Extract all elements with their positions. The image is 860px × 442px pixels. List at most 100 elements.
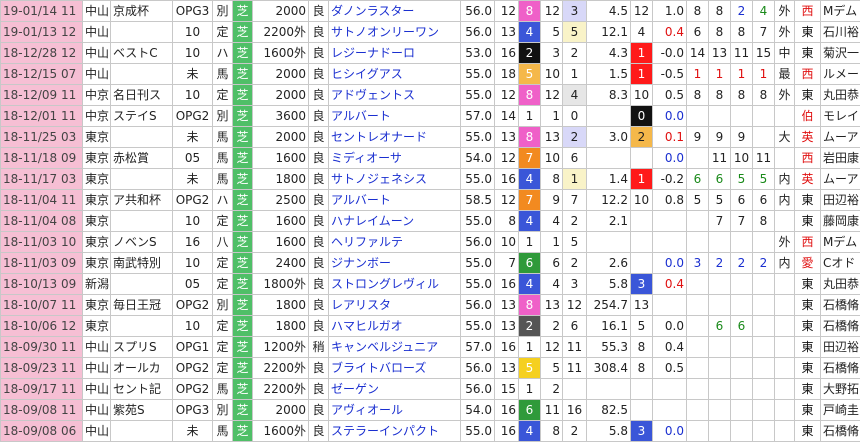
horse-name[interactable]: ストロングレヴィル	[329, 274, 461, 295]
post-number: 2	[541, 379, 563, 400]
horse-name[interactable]: サトノジェネシス	[329, 169, 461, 190]
race-row[interactable]: 18-10/06 12東京10定芝1800良ハマヒルガオ55.01322616.…	[1, 316, 860, 337]
surface: 芝	[233, 274, 253, 295]
race-name: 名日刊ス	[111, 85, 173, 106]
race-row[interactable]: 18-12/15 07中山未馬芝2000良ヒシイグアス55.01851011.5…	[1, 64, 860, 85]
field-size: 15	[495, 379, 519, 400]
condition: 馬	[213, 379, 233, 400]
horse-name[interactable]: レジーナドーロ	[329, 43, 461, 64]
race-row[interactable]: 18-09/08 11中山紫苑SOPG3別芝2000良アヴィオール54.0166…	[1, 400, 860, 421]
corner-2: 9	[709, 127, 731, 148]
frame-number: 8	[519, 85, 541, 106]
going: 良	[309, 22, 329, 43]
condition: 八	[213, 232, 233, 253]
weight: 57.0	[461, 106, 495, 127]
going: 良	[309, 358, 329, 379]
stable-region: 東	[795, 379, 821, 400]
corner-3	[731, 232, 753, 253]
going: 良	[309, 64, 329, 85]
horse-name[interactable]: ステラーインパクト	[329, 421, 461, 442]
race-date: 18-09/23 11	[1, 358, 83, 379]
weight: 55.0	[461, 64, 495, 85]
finish-position: 3	[631, 421, 653, 442]
surface: 芝	[233, 211, 253, 232]
running-style: 内	[775, 169, 795, 190]
grade: OPG2	[173, 295, 213, 316]
horse-name[interactable]: ジナンボー	[329, 253, 461, 274]
race-row[interactable]: 18-09/30 11中山スプリSOPG1定芝1200外稍キャンベルジュニア57…	[1, 337, 860, 358]
frame-number: 4	[519, 22, 541, 43]
race-row[interactable]: 18-11/04 11東京ア共和杯OPG2ハ芝2500良アルバート58.5127…	[1, 190, 860, 211]
race-row[interactable]: 18-11/04 08東京10定芝1600良ハナレイムーン55.084422.1…	[1, 211, 860, 232]
horse-name[interactable]: セントレオナード	[329, 127, 461, 148]
race-row[interactable]: 18-12/28 12中山ベストC10ハ芝1600外良レジーナドーロ53.016…	[1, 43, 860, 64]
frame-number: 4	[519, 421, 541, 442]
distance: 2000	[253, 400, 309, 421]
venue: 中山	[83, 358, 111, 379]
stable-region: 英	[795, 127, 821, 148]
horse-name[interactable]: レアリスタ	[329, 295, 461, 316]
horse-name[interactable]: ゼーゲン	[329, 379, 461, 400]
finish-position: 1	[631, 64, 653, 85]
corner-1: 9	[687, 127, 709, 148]
race-row[interactable]: 18-09/17 11中山セント記OPG2馬芝2200外良ゼーゲン56.0151…	[1, 379, 860, 400]
horse-name[interactable]: アルバート	[329, 106, 461, 127]
running-style	[775, 337, 795, 358]
corner-4	[753, 358, 775, 379]
stable-region: 愛	[795, 253, 821, 274]
horse-name[interactable]: ハナレイムーン	[329, 211, 461, 232]
surface: 芝	[233, 253, 253, 274]
going: 良	[309, 106, 329, 127]
horse-name[interactable]: ヘリファルテ	[329, 232, 461, 253]
race-row[interactable]: 18-12/09 11中京名日刊ス10定芝2000良アドヴェントス55.0128…	[1, 85, 860, 106]
race-row[interactable]: 18-11/25 03東京未馬芝2000良セントレオナード55.01381323…	[1, 127, 860, 148]
horse-name[interactable]: ハマヒルガオ	[329, 316, 461, 337]
condition: 定	[213, 316, 233, 337]
venue: 東京	[83, 211, 111, 232]
jockey: 石川裕	[821, 22, 860, 43]
corner-1	[687, 379, 709, 400]
going: 良	[309, 211, 329, 232]
race-row[interactable]: 18-11/18 09東京赤松賞05馬芝1600良ミディオーサ54.012710…	[1, 148, 860, 169]
horse-name[interactable]: アドヴェントス	[329, 85, 461, 106]
corner-3	[731, 421, 753, 442]
odds: 5.8	[587, 421, 631, 442]
corner-2	[709, 379, 731, 400]
horse-name[interactable]: ヒシイグアス	[329, 64, 461, 85]
surface: 芝	[233, 43, 253, 64]
race-row[interactable]: 18-11/17 03東京未馬芝1800良サトノジェネシス55.0164811.…	[1, 169, 860, 190]
time-diff	[653, 379, 687, 400]
horse-name[interactable]: アヴィオール	[329, 400, 461, 421]
race-row[interactable]: 18-09/23 11中山オールカOPG2定芝2200外良ブライトバローズ56.…	[1, 358, 860, 379]
race-name: セント記	[111, 379, 173, 400]
race-row[interactable]: 18-11/03 09東京南武特別10定芝2400良ジナンボー55.076622…	[1, 253, 860, 274]
field-size: 16	[495, 274, 519, 295]
corner-4	[753, 295, 775, 316]
race-row[interactable]: 18-12/01 11中京ステイSOPG2別芝3600良アルバート57.0141…	[1, 106, 860, 127]
horse-name[interactable]: ダノンラスター	[329, 1, 461, 22]
jockey: ムーア	[821, 169, 860, 190]
condition: 別	[213, 295, 233, 316]
jockey: 石橋脩	[821, 421, 860, 442]
finish-position	[631, 253, 653, 274]
weight: 56.0	[461, 22, 495, 43]
time-diff: 0.1	[653, 127, 687, 148]
horse-name[interactable]: ミディオーサ	[329, 148, 461, 169]
race-row[interactable]: 18-10/07 11東京毎日王冠OPG2別芝1800良レアリスタ56.0138…	[1, 295, 860, 316]
race-row[interactable]: 19-01/14 11中山京成杯OPG3別芝2000良ダノンラスター56.012…	[1, 1, 860, 22]
horse-name[interactable]: サトノオンリーワン	[329, 22, 461, 43]
time-diff: -0.0	[653, 43, 687, 64]
distance: 1800	[253, 169, 309, 190]
race-row[interactable]: 18-09/08 06中山未馬芝1600外良ステラーインパクト55.016482…	[1, 421, 860, 442]
race-row[interactable]: 18-11/03 10東京ノベンS16八芝1600良ヘリファルテ56.01011…	[1, 232, 860, 253]
venue: 中山	[83, 64, 111, 85]
race-row[interactable]: 18-10/13 09新潟05定芝1800外良ストロングレヴィル55.01644…	[1, 274, 860, 295]
horse-name[interactable]: ブライトバローズ	[329, 358, 461, 379]
popularity: 3	[563, 1, 587, 22]
distance: 1600外	[253, 421, 309, 442]
horse-name[interactable]: アルバート	[329, 190, 461, 211]
race-name: スプリS	[111, 337, 173, 358]
race-row[interactable]: 19-01/13 12中山10定芝2200外良サトノオンリーワン56.01345…	[1, 22, 860, 43]
horse-name[interactable]: キャンベルジュニア	[329, 337, 461, 358]
running-style	[775, 148, 795, 169]
